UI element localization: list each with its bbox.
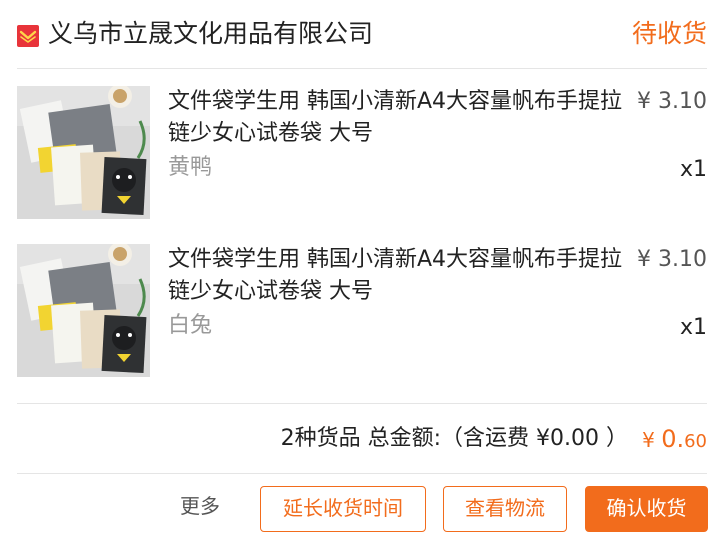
product-variant: 白兔 xyxy=(168,313,213,338)
total-integer: 0. xyxy=(661,425,685,453)
divider xyxy=(17,68,707,69)
product-price: ¥ 3.10 xyxy=(637,89,707,114)
product-thumbnail[interactable] xyxy=(17,86,150,219)
extend-receipt-button[interactable]: 延长收货时间 xyxy=(260,486,426,532)
store-icon xyxy=(17,25,39,47)
order-summary: 2种货品 总金额:（含运费 ¥0.00 ） ¥ 0.60 xyxy=(0,420,720,458)
shop-name[interactable]: 义乌市立晟文化用品有限公司 xyxy=(48,17,373,51)
more-button[interactable]: 更多 xyxy=(180,493,220,519)
shop-header: 义乌市立晟文化用品有限公司 待收货 xyxy=(0,0,720,68)
divider xyxy=(17,473,707,474)
product-price: ¥ 3.10 xyxy=(637,247,707,272)
view-logistics-button[interactable]: 查看物流 xyxy=(443,486,567,532)
order-status: 待收货 xyxy=(631,19,707,48)
product-quantity: x1 xyxy=(679,315,707,340)
order-item[interactable]: 文件袋学生用 韩国小清新A4大容量帆布手提拉链少女心试卷袋 大号 ¥ 3.10 … xyxy=(0,244,720,384)
product-variant: 黄鸭 xyxy=(168,155,213,180)
product-title[interactable]: 文件袋学生用 韩国小清新A4大容量帆布手提拉链少女心试卷袋 大号 xyxy=(168,86,630,150)
total-currency: ¥ xyxy=(642,428,662,452)
order-item[interactable]: 文件袋学生用 韩国小清新A4大容量帆布手提拉链少女心试卷袋 大号 ¥ 3.10 … xyxy=(0,86,720,226)
summary-text: 2种货品 总金额:（含运费 ¥0.00 ） xyxy=(280,426,628,451)
divider xyxy=(17,403,707,404)
product-title[interactable]: 文件袋学生用 韩国小清新A4大容量帆布手提拉链少女心试卷袋 大号 xyxy=(168,244,630,308)
total-decimal: 60 xyxy=(684,431,707,452)
product-quantity: x1 xyxy=(679,157,707,182)
confirm-receipt-button[interactable]: 确认收货 xyxy=(585,486,708,532)
order-total: ¥ 0.60 xyxy=(642,420,707,461)
product-thumbnail[interactable] xyxy=(17,244,150,377)
